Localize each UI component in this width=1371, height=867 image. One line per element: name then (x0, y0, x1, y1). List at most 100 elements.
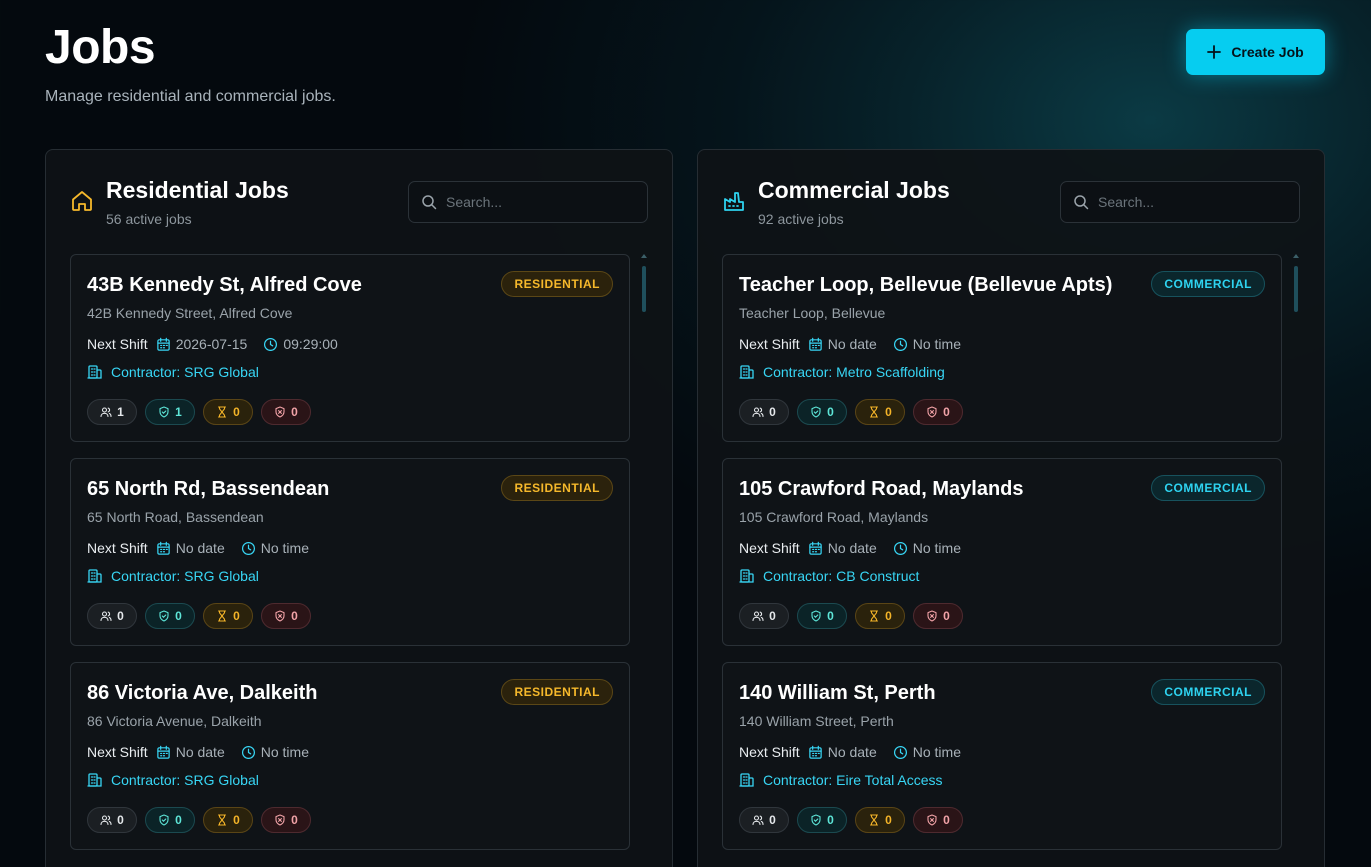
building-icon (739, 568, 755, 584)
commercial-jobs-panel: Commercial Jobs 92 active jobs Teacher L… (697, 149, 1325, 867)
search-box[interactable] (408, 181, 648, 223)
rejected-count-badge: 0 (261, 603, 311, 629)
users-icon (100, 610, 112, 622)
shift-time: No time (912, 540, 961, 556)
contractor-link[interactable]: Contractor: Metro Scaffolding (739, 364, 945, 380)
pending-count-badge: 0 (203, 807, 253, 833)
contractor-link[interactable]: Contractor: Eire Total Access (739, 772, 942, 788)
rejected-count: 0 (291, 405, 298, 419)
job-type-badge: COMMERCIAL (1151, 679, 1265, 705)
shift-time: No time (260, 744, 309, 760)
calendar-icon (808, 541, 823, 556)
active-jobs-count: 92 active jobs (758, 211, 844, 227)
shift-time: No time (912, 744, 961, 760)
next-shift-label: Next Shift (739, 336, 800, 352)
pending-count: 0 (233, 609, 240, 623)
rejected-count-badge: 0 (261, 807, 311, 833)
job-stats: 0 0 0 0 (739, 603, 963, 629)
search-input[interactable] (1098, 194, 1278, 210)
job-card[interactable]: Teacher Loop, Bellevue (Bellevue Apts) C… (722, 254, 1282, 442)
scrollbar[interactable] (1293, 254, 1299, 867)
approved-count-badge: 0 (145, 807, 195, 833)
job-card[interactable]: 140 William St, Perth COMMERCIAL 140 Wil… (722, 662, 1282, 850)
pending-count-badge: 0 (203, 399, 253, 425)
job-address: 105 Crawford Road, Maylands (739, 509, 929, 525)
contractor-link[interactable]: Contractor: SRG Global (87, 568, 259, 584)
plus-icon (1207, 45, 1222, 59)
next-shift-row: Next Shift No date No time (739, 336, 977, 352)
job-stats: 0 0 0 0 (739, 807, 963, 833)
rejected-count: 0 (943, 813, 950, 827)
calendar-icon (808, 337, 823, 352)
shield-x-icon (926, 814, 938, 826)
shift-time: No time (260, 540, 309, 556)
clock-icon (241, 541, 256, 556)
clock-icon (893, 541, 908, 556)
scroll-up-arrow[interactable] (641, 254, 647, 258)
page-title: Jobs (45, 21, 156, 74)
job-type-badge: COMMERCIAL (1151, 271, 1265, 297)
scrollbar[interactable] (641, 254, 647, 867)
shift-time: 09:29:00 (283, 336, 338, 352)
rejected-count: 0 (943, 405, 950, 419)
calendar-icon (808, 745, 823, 760)
job-address: Teacher Loop, Bellevue (739, 305, 886, 321)
job-title: 43B Kennedy St, Alfred Cove (87, 274, 362, 296)
job-card[interactable]: 86 Victoria Ave, Dalkeith RESIDENTIAL 86… (70, 662, 630, 850)
page-subtitle: Manage residential and commercial jobs. (45, 88, 336, 105)
search-icon (421, 194, 437, 210)
scrollbar-thumb[interactable] (642, 266, 646, 312)
workers-count: 0 (117, 813, 124, 827)
job-title: 140 William St, Perth (739, 682, 936, 704)
scroll-up-arrow[interactable] (1293, 254, 1299, 258)
users-icon (752, 406, 764, 418)
next-shift-row: Next Shift No date No time (739, 744, 977, 760)
rejected-count-badge: 0 (913, 603, 963, 629)
job-card[interactable]: 65 North Rd, Bassendean RESIDENTIAL 65 N… (70, 458, 630, 646)
shift-date: No date (827, 540, 877, 556)
shift-time: No time (912, 336, 961, 352)
contractor-name: Contractor: CB Construct (763, 568, 920, 584)
job-card[interactable]: 43B Kennedy St, Alfred Cove RESIDENTIAL … (70, 254, 630, 442)
shield-x-icon (926, 610, 938, 622)
clock-icon (263, 337, 278, 352)
job-stats: 0 0 0 0 (87, 603, 311, 629)
clock-icon (241, 745, 256, 760)
shift-date: 2026-07-15 (175, 336, 248, 352)
job-address: 140 William Street, Perth (739, 713, 894, 729)
search-box[interactable] (1060, 181, 1300, 223)
job-address: 42B Kennedy Street, Alfred Cove (87, 305, 293, 321)
pending-count-badge: 0 (855, 603, 905, 629)
approved-count-badge: 0 (145, 603, 195, 629)
users-icon (100, 406, 112, 418)
scrollbar-thumb[interactable] (1294, 266, 1298, 312)
page-header: Jobs Manage residential and commercial j… (45, 22, 336, 106)
contractor-name: Contractor: SRG Global (111, 364, 259, 380)
job-title: 86 Victoria Ave, Dalkeith (87, 682, 318, 704)
create-job-button[interactable]: Create Job (1186, 29, 1325, 75)
calendar-icon (156, 541, 171, 556)
building-icon (87, 568, 103, 584)
job-card[interactable]: 105 Crawford Road, Maylands COMMERCIAL 1… (722, 458, 1282, 646)
approved-count: 0 (827, 405, 834, 419)
building-icon (739, 364, 755, 380)
next-shift-label: Next Shift (739, 744, 800, 760)
building-icon (87, 772, 103, 788)
job-stats: 0 0 0 0 (739, 399, 963, 425)
contractor-link[interactable]: Contractor: SRG Global (87, 772, 259, 788)
search-input[interactable] (446, 194, 626, 210)
factory-icon (722, 189, 746, 213)
next-shift-row: Next Shift No date No time (87, 540, 325, 556)
contractor-link[interactable]: Contractor: CB Construct (739, 568, 919, 584)
next-shift-label: Next Shift (87, 336, 148, 352)
panel-title: Residential Jobs (106, 177, 289, 203)
pending-count-badge: 0 (855, 399, 905, 425)
rejected-count-badge: 0 (261, 399, 311, 425)
shield-x-icon (926, 406, 938, 418)
job-title: Teacher Loop, Bellevue (Bellevue Apts) (739, 274, 1113, 296)
contractor-link[interactable]: Contractor: SRG Global (87, 364, 259, 380)
clock-icon (893, 745, 908, 760)
shift-date: No date (175, 540, 225, 556)
rejected-count: 0 (291, 609, 298, 623)
pending-count-badge: 0 (855, 807, 905, 833)
